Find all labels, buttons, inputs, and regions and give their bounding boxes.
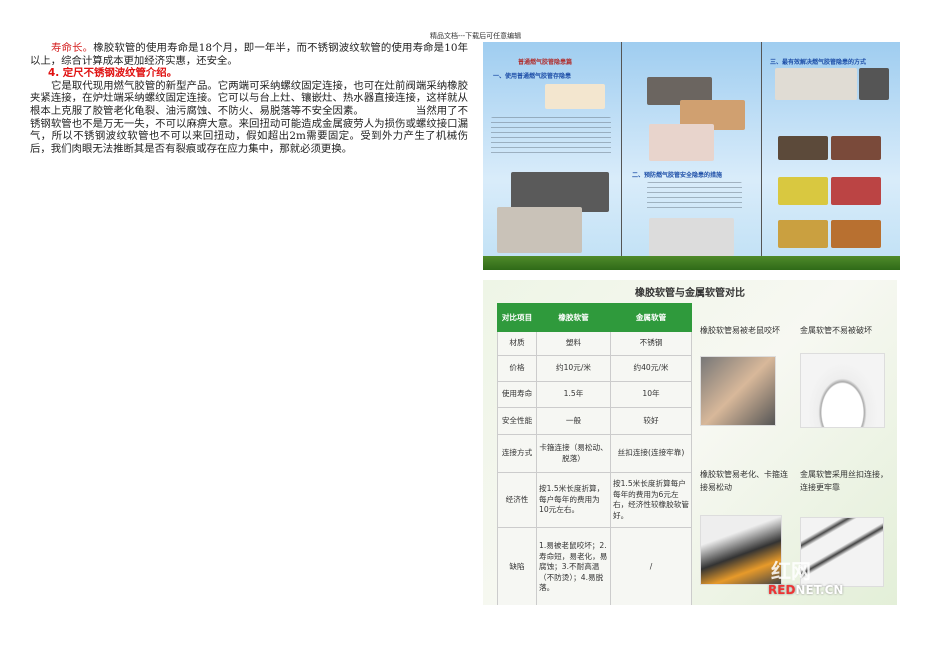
table-row: 缺陷 1.易被老鼠咬坏；2.寿命短，易老化，易腐蚀；3.不耐高温（不防烫）；4.易… xyxy=(497,527,692,605)
cell: 卡箍连接（易松动、脱落） xyxy=(536,434,611,473)
paragraph-intro: 它是取代现用燃气胶管的新型产品。它两端可采纳螺纹固定连接，也可在灶前阀端采纳橡胶… xyxy=(30,80,468,156)
cell: 材质 xyxy=(497,331,537,356)
cell: 10年 xyxy=(610,381,692,408)
comparison-title: 橡胶软管与金属软管对比 xyxy=(635,288,745,299)
comparison-table: 对比项目 橡胶软管 金属软管 材质 塑料 不锈钢 价格 约10元/米 约40元/米 使用… xyxy=(497,303,692,605)
cell: 安全性能 xyxy=(497,407,537,435)
section-heading: 4. 定尺不锈钢波纹管介绍。 xyxy=(48,67,178,80)
brochure-image: 普通燃气胶管隐患篇 一、使用普通燃气胶管存隐患 二、预防燃气胶管安全隐患的措施 … xyxy=(483,42,900,270)
cell: 缺陷 xyxy=(497,527,537,605)
lead-text: 寿命长。 xyxy=(51,42,94,54)
cell: 按1.5米长度折算每户每年的费用为6元左右，经济性较橡胶软管好。 xyxy=(610,472,692,528)
photo-metal-hose-fittings xyxy=(800,517,884,587)
header-cell: 金属软管 xyxy=(610,303,692,332)
paragraph-lifespan: 寿命长。橡胶软管的使用寿命是18个月，即一年半，而不锈钢波纹软管的使用寿命是10… xyxy=(30,42,468,67)
table-row: 连接方式 卡箍连接（易松动、脱落） 丝扣连接(连接牢靠) xyxy=(497,434,692,473)
brochure-panel-3: 三、最有效解决燃气胶管隐患的方式 xyxy=(762,42,900,270)
photo-rubber-hose-bitten xyxy=(700,356,776,426)
paragraph-text: 它是取代现用燃气胶管的新型产品。它两端可采纳螺纹固定连接，也可在灶前阀端采纳橡胶… xyxy=(30,79,468,117)
table-row: 材质 塑料 不锈钢 xyxy=(497,331,692,356)
table-row: 安全性能 一般 较好 xyxy=(497,407,692,435)
cell: 使用寿命 xyxy=(497,381,537,408)
table-row: 经济性 按1.5米长度折算，每户每年的费用为10元左右。 按1.5米长度折算每户每年… xyxy=(497,472,692,528)
caption: 金属软管采用丝扣连接，连接更牢靠 xyxy=(800,470,888,492)
cell: 约40元/米 xyxy=(610,355,692,382)
brochure-panel-2: 二、预防燃气胶管安全隐患的措施 xyxy=(622,42,762,270)
cell: 约10元/米 xyxy=(536,355,611,382)
paragraph-text: 橡胶软管的使用寿命是18个月，即一年半，而不锈钢波纹软管的使用寿命是10年以上，… xyxy=(30,42,469,67)
brochure-panel-1: 普通燃气胶管隐患篇 一、使用普通燃气胶管存隐患 xyxy=(483,42,622,270)
table-header-row: 对比项目 橡胶软管 金属软管 xyxy=(497,303,692,332)
watermark-site: REDNET.CN xyxy=(768,583,843,597)
comparison-image: 橡胶软管与金属软管对比 对比项目 橡胶软管 金属软管 材质 塑料 不锈钢 价格 约10… xyxy=(483,280,897,605)
cell: 价格 xyxy=(497,355,537,382)
watermark-part: NET.CN xyxy=(795,583,844,597)
cell: 丝扣连接(连接牢靠) xyxy=(610,434,692,473)
cell: 按1.5米长度折算，每户每年的费用为10元左右。 xyxy=(536,472,611,528)
cell: 不锈钢 xyxy=(610,331,692,356)
cell: 1.5年 xyxy=(536,381,611,408)
caption: 橡胶软管易老化、卡箍连接易松动 xyxy=(700,470,788,492)
header-cell: 对比项目 xyxy=(497,303,537,332)
body-text: 寿命长。橡胶软管的使用寿命是18个月，即一年半，而不锈钢波纹软管的使用寿命是10… xyxy=(30,42,468,155)
watermark-logo: 红网 xyxy=(771,559,811,583)
photo-rubber-hose-clamp xyxy=(700,515,782,585)
cell: 1.易被老鼠咬坏；2.寿命短，易老化，易腐蚀；3.不耐高温（不防烫）；4.易脱落… xyxy=(536,527,611,605)
brochure-section-3: 三、最有效解决燃气胶管隐患的方式 xyxy=(770,59,867,66)
page-header: 精品文档---下载后可任意编辑 xyxy=(430,32,522,40)
brochure-title: 普通燃气胶管隐患篇 xyxy=(518,59,573,66)
photo-metal-hose xyxy=(800,353,885,428)
table-row: 使用寿命 1.5年 10年 xyxy=(497,381,692,408)
cell: 较好 xyxy=(610,407,692,435)
grass-decoration xyxy=(483,256,900,270)
table-row: 价格 约10元/米 约40元/米 xyxy=(497,355,692,382)
cell: 一般 xyxy=(536,407,611,435)
brochure-section-2: 二、预防燃气胶管安全隐患的措施 xyxy=(632,172,723,179)
caption: 橡胶软管易被老鼠咬坏 xyxy=(700,326,780,335)
cell: 连接方式 xyxy=(497,434,537,473)
header-cell: 橡胶软管 xyxy=(536,303,611,332)
cell: 塑料 xyxy=(536,331,611,356)
brochure-section-1: 一、使用普通燃气胶管存隐患 xyxy=(493,73,572,80)
cell: 经济性 xyxy=(497,472,537,528)
caption: 金属软管不易被破坏 xyxy=(800,326,872,335)
watermark-part: RED xyxy=(768,583,796,597)
cell: / xyxy=(610,527,692,605)
